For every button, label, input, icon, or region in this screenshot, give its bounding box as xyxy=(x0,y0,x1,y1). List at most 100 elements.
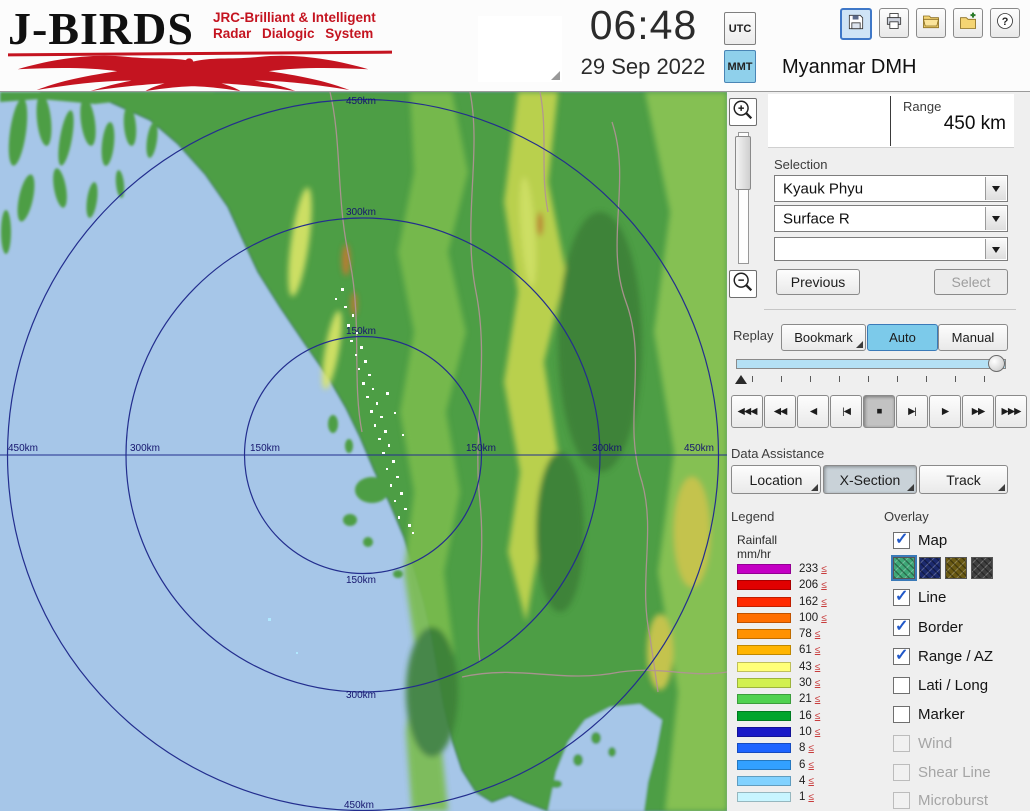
mmt-button[interactable]: MMT xyxy=(724,50,756,83)
overlay-row-border[interactable]: Border xyxy=(893,618,963,636)
site-dropdown[interactable]: Kyauk Phyu xyxy=(774,175,1008,202)
overlay-row-wind: Wind xyxy=(893,734,952,752)
utc-button[interactable]: UTC xyxy=(724,12,756,45)
play-button[interactable]: ▶ xyxy=(929,395,961,428)
line-checkbox[interactable] xyxy=(893,589,910,606)
manual-button[interactable]: Manual xyxy=(938,324,1008,351)
map-style-option-3[interactable] xyxy=(945,557,967,579)
map-style-option-1[interactable] xyxy=(893,557,915,579)
ring-label: 450km xyxy=(346,96,376,107)
step-forward-button[interactable]: ▶| xyxy=(896,395,928,428)
legend-color-swatch xyxy=(737,792,791,802)
extra-dropdown[interactable] xyxy=(774,237,1008,261)
app-logo-title: J-BIRDS xyxy=(8,2,194,55)
overlay-row-lati-long[interactable]: Lati / Long xyxy=(893,676,988,694)
bookmark-button[interactable]: Bookmark xyxy=(781,324,866,351)
overlay-row-map[interactable]: Map xyxy=(893,531,947,549)
zoom-in-button[interactable] xyxy=(729,98,757,126)
legend-unit-line2: mm/hr xyxy=(737,547,771,561)
range-label: Range xyxy=(903,99,941,114)
lati-long-checkbox[interactable] xyxy=(893,677,910,694)
map-style-option-2[interactable] xyxy=(919,557,941,579)
skip-to-start-button[interactable]: ◀◀◀ xyxy=(731,395,763,428)
border-checkbox[interactable] xyxy=(893,619,910,636)
legend-row: 100≤ xyxy=(737,613,827,623)
zoom-slider-thumb[interactable] xyxy=(735,136,751,190)
chevron-down-icon[interactable] xyxy=(985,177,1006,200)
legend-row: 43≤ xyxy=(737,662,827,672)
help-icon: ? xyxy=(995,11,1015,36)
replay-slider-track[interactable] xyxy=(736,359,1006,369)
product-dropdown[interactable]: Surface R xyxy=(774,205,1008,232)
zoom-out-icon xyxy=(731,270,755,299)
line-checkbox-label: Line xyxy=(918,589,946,606)
help-button[interactable]: ? xyxy=(990,8,1020,38)
chevron-down-icon[interactable] xyxy=(985,207,1006,230)
product-dropdown-value: Surface R xyxy=(783,210,850,227)
print-icon xyxy=(884,11,904,36)
save-button[interactable] xyxy=(840,8,872,40)
skip-to-end-button[interactable]: ▶▶▶ xyxy=(995,395,1027,428)
toolbar: ? xyxy=(840,8,1020,40)
zoom-out-button[interactable] xyxy=(729,270,757,298)
play-reverse-button[interactable]: ◀ xyxy=(797,395,829,428)
border-checkbox-label: Border xyxy=(918,619,963,636)
overlay-label: Overlay xyxy=(884,509,929,524)
overlay-row-shear-line: Shear Line xyxy=(893,763,991,781)
legend-color-swatch xyxy=(737,564,791,574)
location-button[interactable]: Location xyxy=(731,465,821,494)
open-folder-button[interactable] xyxy=(916,8,946,38)
stop-button[interactable]: ■ xyxy=(863,395,895,428)
export-button[interactable] xyxy=(953,8,983,38)
print-button[interactable] xyxy=(879,8,909,38)
fast-rewind-button[interactable]: ◀◀ xyxy=(764,395,796,428)
legend-row: 21≤ xyxy=(737,694,827,704)
legend-row: 61≤ xyxy=(737,645,827,655)
station-name: Myanmar DMH xyxy=(782,56,916,79)
range-value: 450 km xyxy=(870,113,1006,135)
fast-forward-button[interactable]: ▶▶ xyxy=(962,395,994,428)
step-back-button[interactable]: |◀ xyxy=(830,395,862,428)
ring-label: 300km xyxy=(346,690,376,701)
track-button[interactable]: Track xyxy=(919,465,1008,494)
ring-label: 300km xyxy=(592,443,622,454)
jbirds-app: J-BIRDS JRC-Brilliant & Intelligent Rada… xyxy=(0,0,1030,811)
overlay-row-range-az[interactable]: Range / AZ xyxy=(893,647,993,665)
legend-row: 4≤ xyxy=(737,776,827,786)
shear-line-checkbox xyxy=(893,764,910,781)
legend-scale: 233≤ 206≤ 162≤ 100≤ 78≤ 61≤ 43≤ 30≤ 21≤ … xyxy=(737,564,827,808)
legend-color-swatch xyxy=(737,645,791,655)
chevron-down-icon[interactable] xyxy=(985,239,1006,259)
playback-controls: ◀◀◀ ◀◀ ◀ |◀ ■ ▶| ▶ ▶▶ ▶▶▶ xyxy=(731,395,1027,428)
marker-checkbox[interactable] xyxy=(893,706,910,723)
overlay-row-marker[interactable]: Marker xyxy=(893,705,965,723)
previous-button[interactable]: Previous xyxy=(776,269,860,295)
replay-position-marker[interactable] xyxy=(735,375,747,384)
wind-checkbox xyxy=(893,735,910,752)
legend-row: 30≤ xyxy=(737,678,827,688)
range-az-checkbox[interactable] xyxy=(893,648,910,665)
save-icon xyxy=(846,12,866,37)
legend-color-swatch xyxy=(737,727,791,737)
data-assistance-label: Data Assistance xyxy=(731,446,824,461)
x-section-button[interactable]: X-Section xyxy=(823,465,917,494)
map-style-option-4[interactable] xyxy=(971,557,993,579)
wind-checkbox-label: Wind xyxy=(918,735,952,752)
legend-unit-line1: Rainfall xyxy=(737,533,777,547)
select-button[interactable]: Select xyxy=(934,269,1008,295)
zoom-in-icon xyxy=(731,98,755,127)
legend-color-swatch xyxy=(737,580,791,590)
legend-row: 16≤ xyxy=(737,711,827,721)
radar-map[interactable]: 450km 300km 150km 150km 300km 450km 450k… xyxy=(0,92,727,811)
ring-label: 450km xyxy=(684,443,714,454)
map-checkbox[interactable] xyxy=(893,532,910,549)
auto-button[interactable]: Auto xyxy=(867,324,938,351)
replay-slider-thumb[interactable] xyxy=(988,355,1005,372)
shear-line-checkbox-label: Shear Line xyxy=(918,764,991,781)
legend-color-swatch xyxy=(737,743,791,753)
legend-color-swatch xyxy=(737,694,791,704)
map-checkbox-label: Map xyxy=(918,532,947,549)
map-style-swatches xyxy=(893,557,993,579)
overlay-row-line[interactable]: Line xyxy=(893,588,946,606)
overlay-row-microburst: Microburst xyxy=(893,791,988,809)
